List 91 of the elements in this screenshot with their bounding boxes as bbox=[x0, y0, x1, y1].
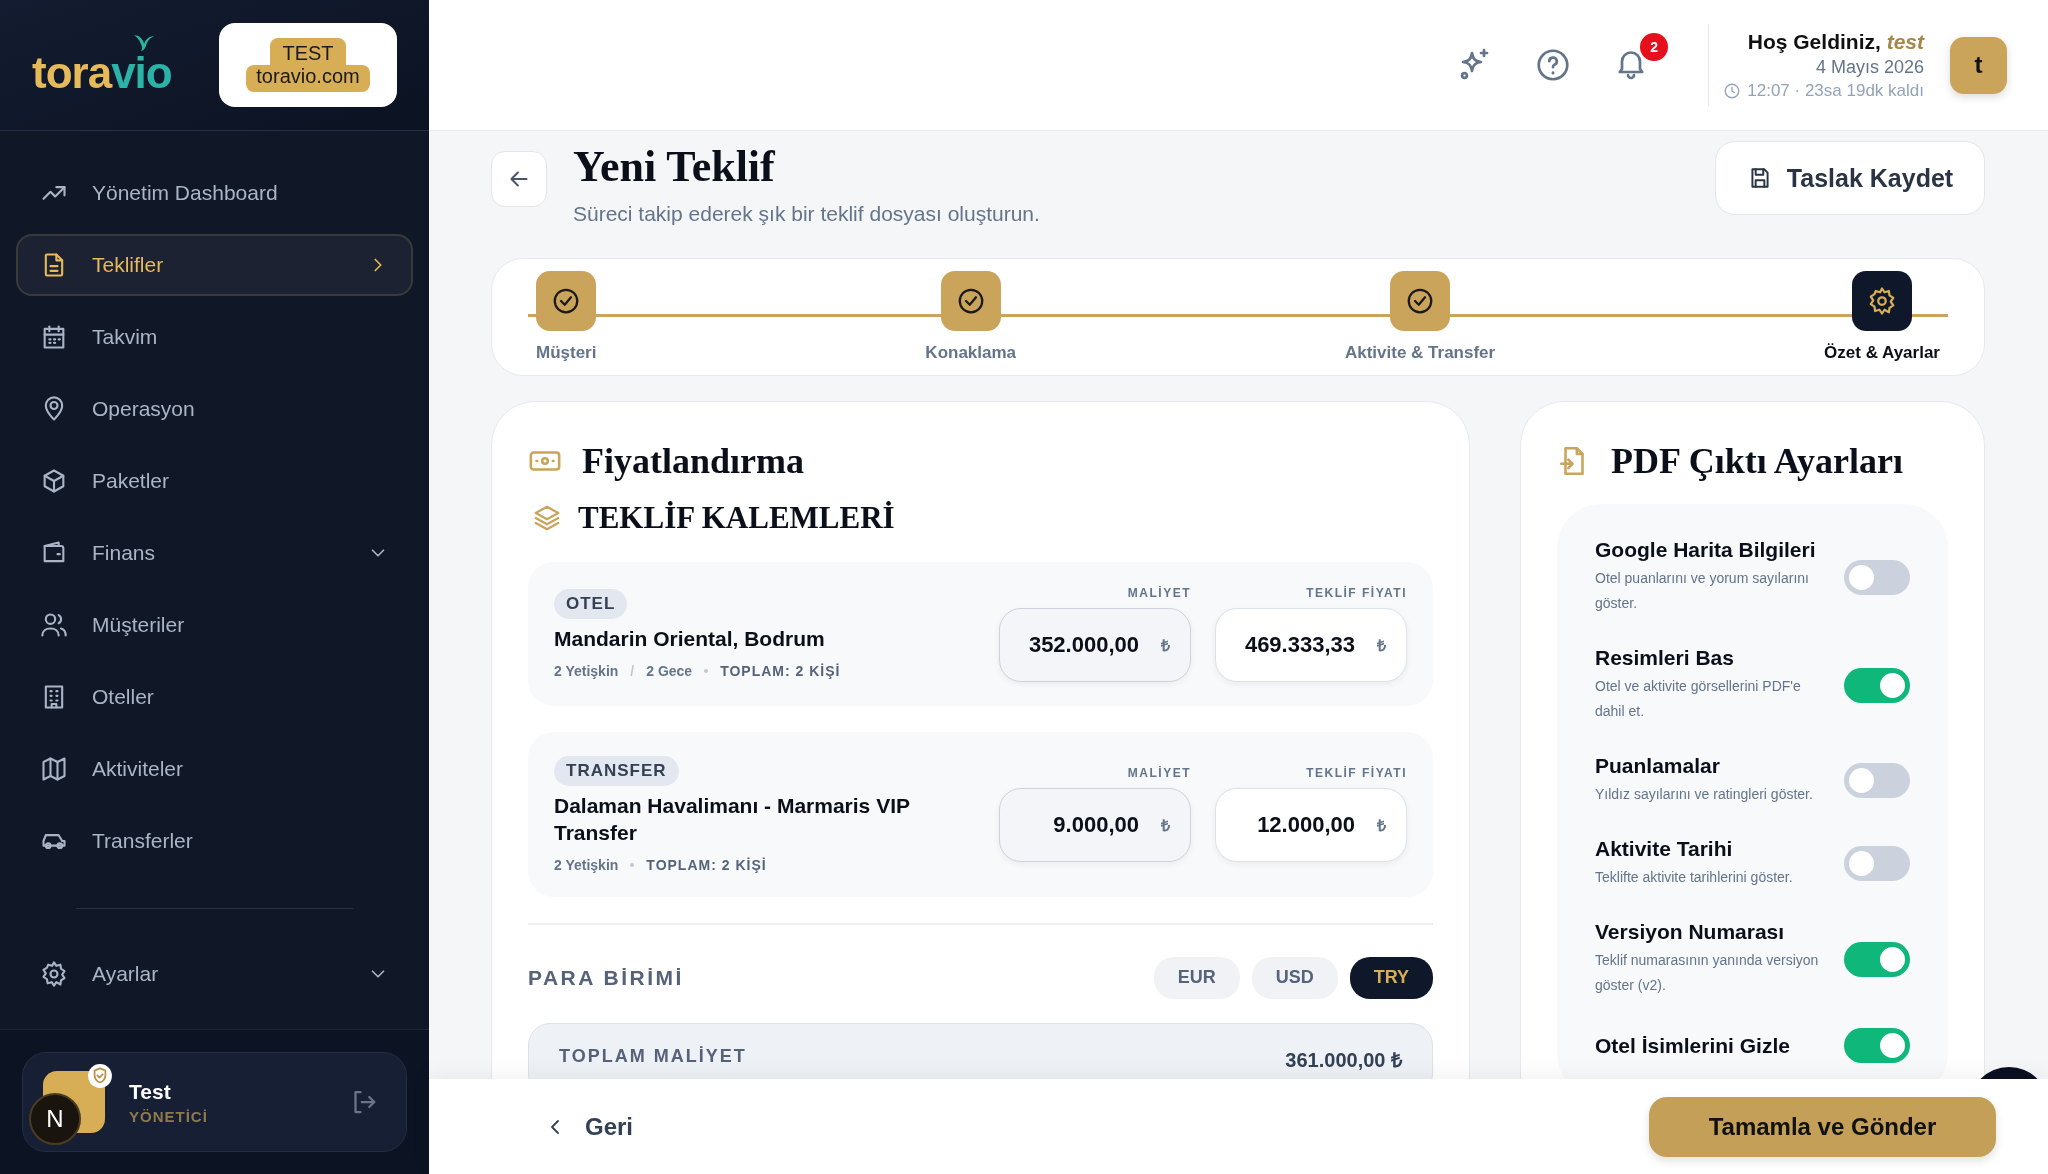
domain-label: toravio.com bbox=[246, 65, 370, 92]
step-label: Aktivite & Transfer bbox=[1344, 343, 1496, 363]
section-title: TEKLİF KALEMLERİ bbox=[578, 500, 895, 536]
date-text: 4 Mayıs 2026 bbox=[1815, 56, 1924, 78]
option-title: Versiyon Numarası bbox=[1595, 920, 1786, 944]
dot-icon bbox=[704, 668, 709, 673]
welcome-text: Hoş Geldiniz, test bbox=[1747, 29, 1924, 54]
item-detail: 2 Gece bbox=[646, 662, 693, 679]
step-label: Özet & Ayarlar bbox=[1824, 343, 1940, 363]
category-tag: OTEL bbox=[554, 589, 628, 620]
option-description: Otel puanlarını ve yorum sayılarını göster. bbox=[1595, 569, 1810, 613]
card-title: PDF Çıktı Ayarları bbox=[1611, 440, 1903, 482]
currency-label: PARA BİRİMİ bbox=[528, 965, 684, 990]
dot-icon bbox=[630, 862, 635, 867]
category-tag: TRANSFER bbox=[554, 756, 679, 786]
user-name: Test bbox=[129, 1079, 172, 1104]
user-role: YÖNETİCİ bbox=[129, 1107, 209, 1125]
amount-field[interactable]: 12.000,00 ₺ bbox=[1215, 788, 1407, 863]
sidebar-item[interactable]: Operasyon bbox=[16, 378, 413, 440]
option-title: Aktivite Tarihi bbox=[1595, 837, 1734, 861]
field-label: TEKLİF FİYATI bbox=[1306, 586, 1407, 600]
item-name: Mandarin Oriental, Bodrum bbox=[554, 626, 825, 653]
option-description: Teklif numarasının yanında versiyon göster (v2). bbox=[1595, 951, 1820, 995]
dev-indicator[interactable]: N bbox=[29, 1093, 81, 1145]
sidebar-item[interactable]: Aktiviteler bbox=[16, 738, 413, 800]
clock-icon bbox=[1723, 81, 1742, 100]
item-total: TOPLAM: 2 KİŞİ bbox=[720, 662, 841, 679]
item-total: TOPLAM: 2 KİŞİ bbox=[646, 856, 767, 873]
toggle-switch[interactable] bbox=[1844, 559, 1910, 595]
option-description: Teklifte aktivite tarihlerini göster. bbox=[1595, 868, 1794, 887]
amount-field[interactable]: 469.333,33 ₺ bbox=[1215, 608, 1407, 682]
save-draft-button[interactable]: Taslak Kaydet bbox=[1715, 141, 1985, 215]
currency-option[interactable]: TRY bbox=[1349, 956, 1433, 999]
sidebar-item[interactable]: Teklifler bbox=[16, 234, 413, 296]
sidebar-item[interactable]: Ayarlar bbox=[16, 943, 413, 1005]
settings-icon bbox=[40, 960, 68, 988]
currency-option[interactable]: USD bbox=[1251, 956, 1338, 999]
amount-field[interactable]: 352.000,00 ₺ bbox=[999, 608, 1191, 682]
option-title: Resimleri Bas bbox=[1595, 646, 1735, 670]
step-indicator[interactable] bbox=[1852, 271, 1913, 331]
total-cost-value: 361.000,00 ₺ bbox=[1285, 1047, 1402, 1073]
option-title: Google Harita Bilgileri bbox=[1595, 538, 1817, 562]
time-text: 12:07 · 23sa 19dk kaldı bbox=[1747, 80, 1924, 101]
notification-badge: 2 bbox=[1640, 33, 1669, 61]
step-indicator[interactable] bbox=[536, 271, 597, 331]
card-title: Fiyatlandırma bbox=[582, 440, 804, 482]
back-button[interactable] bbox=[491, 151, 547, 207]
step-indicator[interactable] bbox=[1390, 271, 1451, 331]
item-detail: 2 Yetişkin bbox=[554, 662, 619, 679]
field-label: TEKLİF FİYATI bbox=[1306, 766, 1407, 781]
option-description: Yıldız sayılarını ve ratingleri göster. bbox=[1595, 785, 1814, 804]
sidebar-item[interactable]: Yönetim Dashboard bbox=[16, 162, 413, 224]
logo[interactable]: toravio bbox=[32, 32, 172, 98]
logo-text: toravio bbox=[32, 48, 172, 97]
sidebar-item[interactable]: Transferler bbox=[16, 810, 413, 872]
option-title: Otel İsimlerini Gizle bbox=[1595, 1033, 1791, 1058]
amount-field[interactable]: 9.000,00 ₺ bbox=[999, 788, 1191, 863]
option-title: Puanlamalar bbox=[1595, 754, 1721, 778]
field-label: MALİYET bbox=[1127, 586, 1191, 600]
option-description: Otel ve aktivite görsellerini PDF'e dahil et. bbox=[1595, 677, 1802, 721]
item-name: Dalaman Havalimanı - Marmaris VIP Transfer bbox=[554, 793, 911, 847]
map-icon bbox=[40, 755, 68, 783]
step-label: Konaklama bbox=[925, 343, 1017, 363]
page-title: Yeni Teklif bbox=[573, 141, 776, 192]
users-icon bbox=[40, 611, 68, 639]
item-detail: 2 Yetişkin bbox=[554, 856, 619, 873]
sidebar-item[interactable]: Oteller bbox=[16, 666, 413, 728]
sidebar-item[interactable]: Müşteriler bbox=[16, 594, 413, 656]
sidebar-item[interactable]: Paketler bbox=[16, 450, 413, 512]
toggle-switch[interactable] bbox=[1844, 846, 1910, 881]
sidebar-item[interactable]: Takvim bbox=[16, 306, 413, 368]
field-label: MALİYET bbox=[1127, 766, 1191, 781]
toggle-switch[interactable] bbox=[1844, 667, 1910, 703]
shield-icon bbox=[87, 1063, 113, 1089]
total-cost-label: TOPLAM MALİYET bbox=[559, 1045, 747, 1068]
step-indicator[interactable] bbox=[940, 271, 1001, 331]
toggle-switch[interactable] bbox=[1844, 763, 1910, 798]
toggle-switch[interactable] bbox=[1844, 1028, 1910, 1063]
layers-icon bbox=[532, 503, 562, 533]
user-avatar[interactable]: t bbox=[1950, 36, 2007, 94]
toggle-switch[interactable] bbox=[1844, 941, 1910, 977]
environment-label: TEST bbox=[270, 38, 346, 65]
step-label: Müşteri bbox=[536, 343, 597, 363]
page-subtitle: Süreci takip ederek şık bir teklif dosyası oluşturun. bbox=[573, 202, 1041, 226]
sidebar-item[interactable]: Finans bbox=[16, 522, 413, 584]
user-card[interactable]: N Test YÖNETİCİ bbox=[22, 1052, 407, 1152]
submit-button[interactable]: Tamamla ve Gönder bbox=[1649, 1096, 1996, 1157]
back-link[interactable]: Geri bbox=[537, 1111, 640, 1142]
currency-option[interactable]: EUR bbox=[1153, 956, 1240, 999]
separator-text: / bbox=[630, 662, 635, 679]
help-icon[interactable] bbox=[1535, 47, 1572, 83]
